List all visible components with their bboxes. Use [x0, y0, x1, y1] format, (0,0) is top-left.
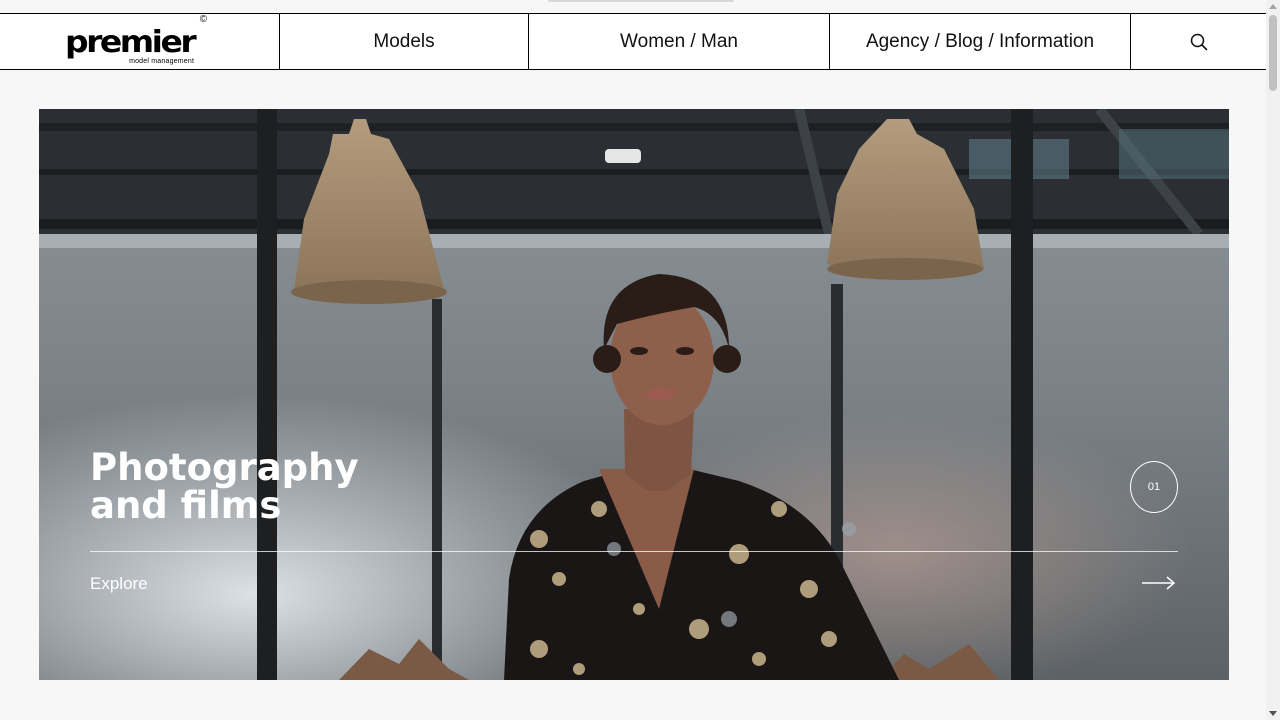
slide-number-badge[interactable]: 01	[1130, 461, 1178, 513]
top-indicator	[548, 0, 734, 2]
main-nav: premier model management © Models Women …	[0, 13, 1266, 70]
hero-title-line1: Photography	[90, 446, 359, 489]
logo-tagline: model management	[129, 58, 195, 65]
page-scrollbar[interactable]	[1266, 0, 1280, 720]
premier-logo: premier model management ©	[65, 15, 207, 66]
search-icon	[1190, 33, 1207, 50]
logo-link[interactable]: premier model management ©	[0, 14, 280, 69]
nav-agency-blog-information[interactable]: Agency / Blog / Information	[830, 14, 1131, 69]
nav-models[interactable]: Models	[280, 14, 529, 69]
scroll-down-icon[interactable]	[1269, 711, 1277, 716]
nav-women-man[interactable]: Women / Man	[529, 14, 830, 69]
arrow-right-icon[interactable]	[1141, 575, 1177, 591]
hero-title: Photography and films	[90, 449, 430, 525]
hero-title-line2: and films	[90, 484, 282, 527]
hero-divider	[90, 551, 1178, 552]
scrollbar-thumb[interactable]	[1269, 15, 1277, 91]
scroll-up-icon[interactable]	[1269, 4, 1277, 9]
hero-banner[interactable]: Photography and films 01 Explore	[39, 109, 1229, 680]
logo-reg-mark: ©	[199, 14, 208, 25]
explore-link[interactable]: Explore	[90, 574, 148, 594]
logo-wordmark: premier	[65, 23, 197, 60]
top-strip	[0, 0, 1266, 13]
search-button[interactable]	[1131, 14, 1266, 69]
hero-photo	[39, 109, 1229, 680]
